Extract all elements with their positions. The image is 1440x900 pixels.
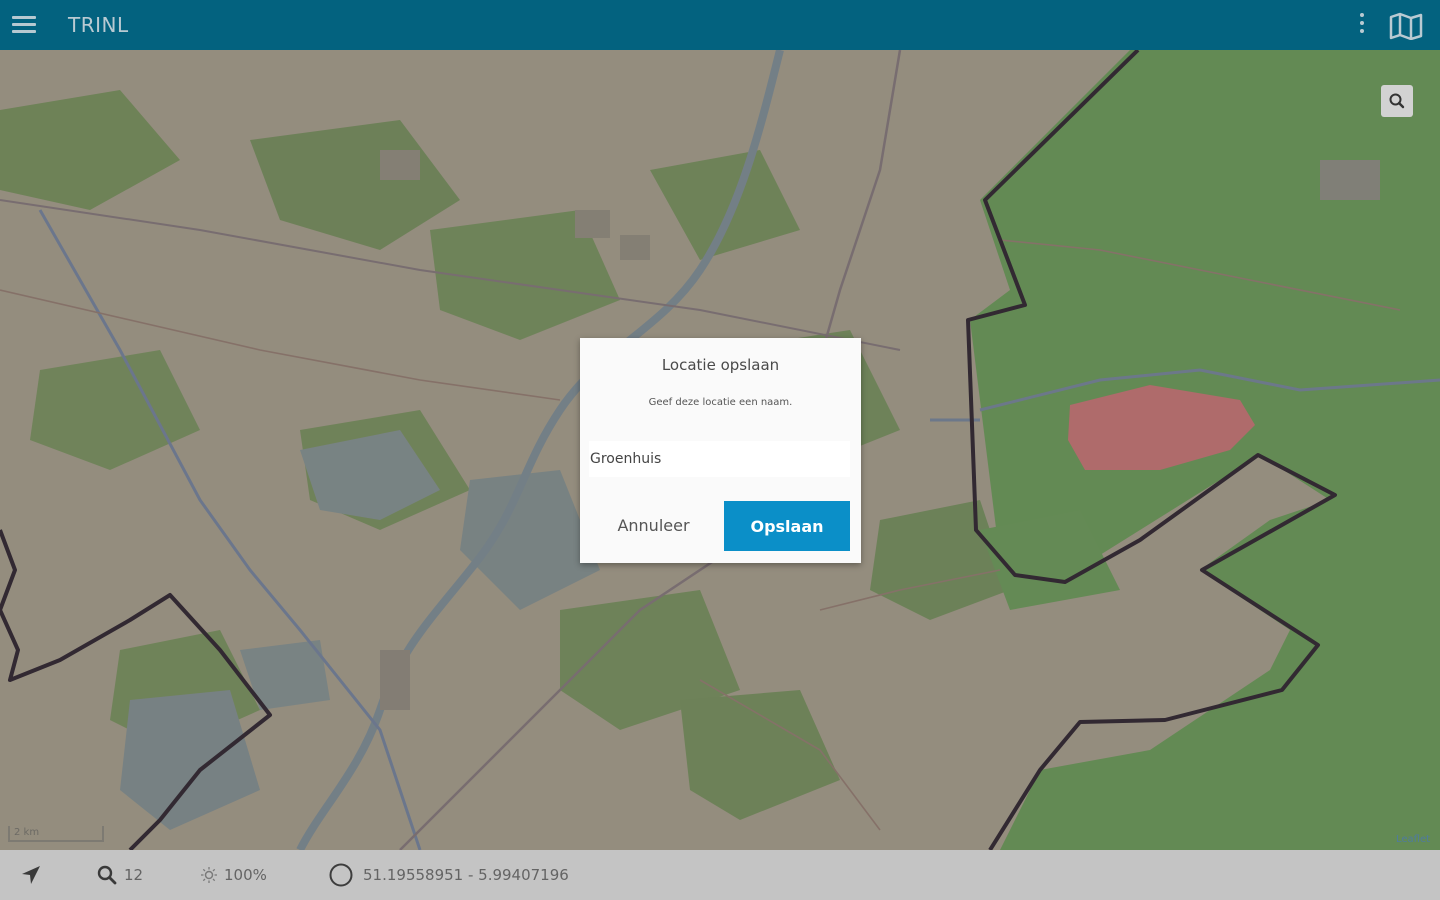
gps-circle-icon: [329, 863, 353, 887]
map-search-button[interactable]: [1381, 85, 1413, 117]
dialog-message: Geef deze locatie een naam.: [648, 397, 793, 408]
app-title: TRINL: [68, 13, 129, 37]
save-button[interactable]: Opslaan: [724, 501, 850, 551]
brightness-value: 100%: [224, 866, 267, 884]
dialog-title: Locatie opslaan: [661, 356, 780, 374]
zoom-level-value: 12: [124, 866, 144, 884]
coordinates-value: 51.19558951 - 5.99407196: [363, 866, 569, 884]
more-options-icon[interactable]: [1355, 13, 1369, 39]
zoom-search-icon: [97, 865, 117, 885]
brightness-icon: [201, 867, 217, 883]
location-name-input[interactable]: [589, 441, 850, 477]
status-bar: 12 100% 51.19558951 - 5.99407196: [0, 850, 1440, 900]
zoom-level: 12: [96, 850, 143, 900]
brightness-level: 100%: [200, 850, 267, 900]
cancel-button[interactable]: Annuleer: [591, 501, 716, 550]
app-bar: TRINL: [0, 0, 1440, 50]
coordinates-display: 51.19558951 - 5.99407196: [328, 850, 569, 900]
menu-icon[interactable]: [12, 16, 36, 34]
map-attribution-link[interactable]: Leaflet: [1396, 834, 1430, 845]
my-location-button[interactable]: [20, 850, 42, 900]
search-icon: [1389, 93, 1405, 109]
navigation-arrow-icon: [22, 866, 40, 884]
map-layers-icon[interactable]: [1389, 12, 1423, 41]
save-location-dialog: Locatie opslaan Geef deze locatie een na…: [580, 338, 861, 563]
map-scale: 2 km: [8, 826, 104, 842]
